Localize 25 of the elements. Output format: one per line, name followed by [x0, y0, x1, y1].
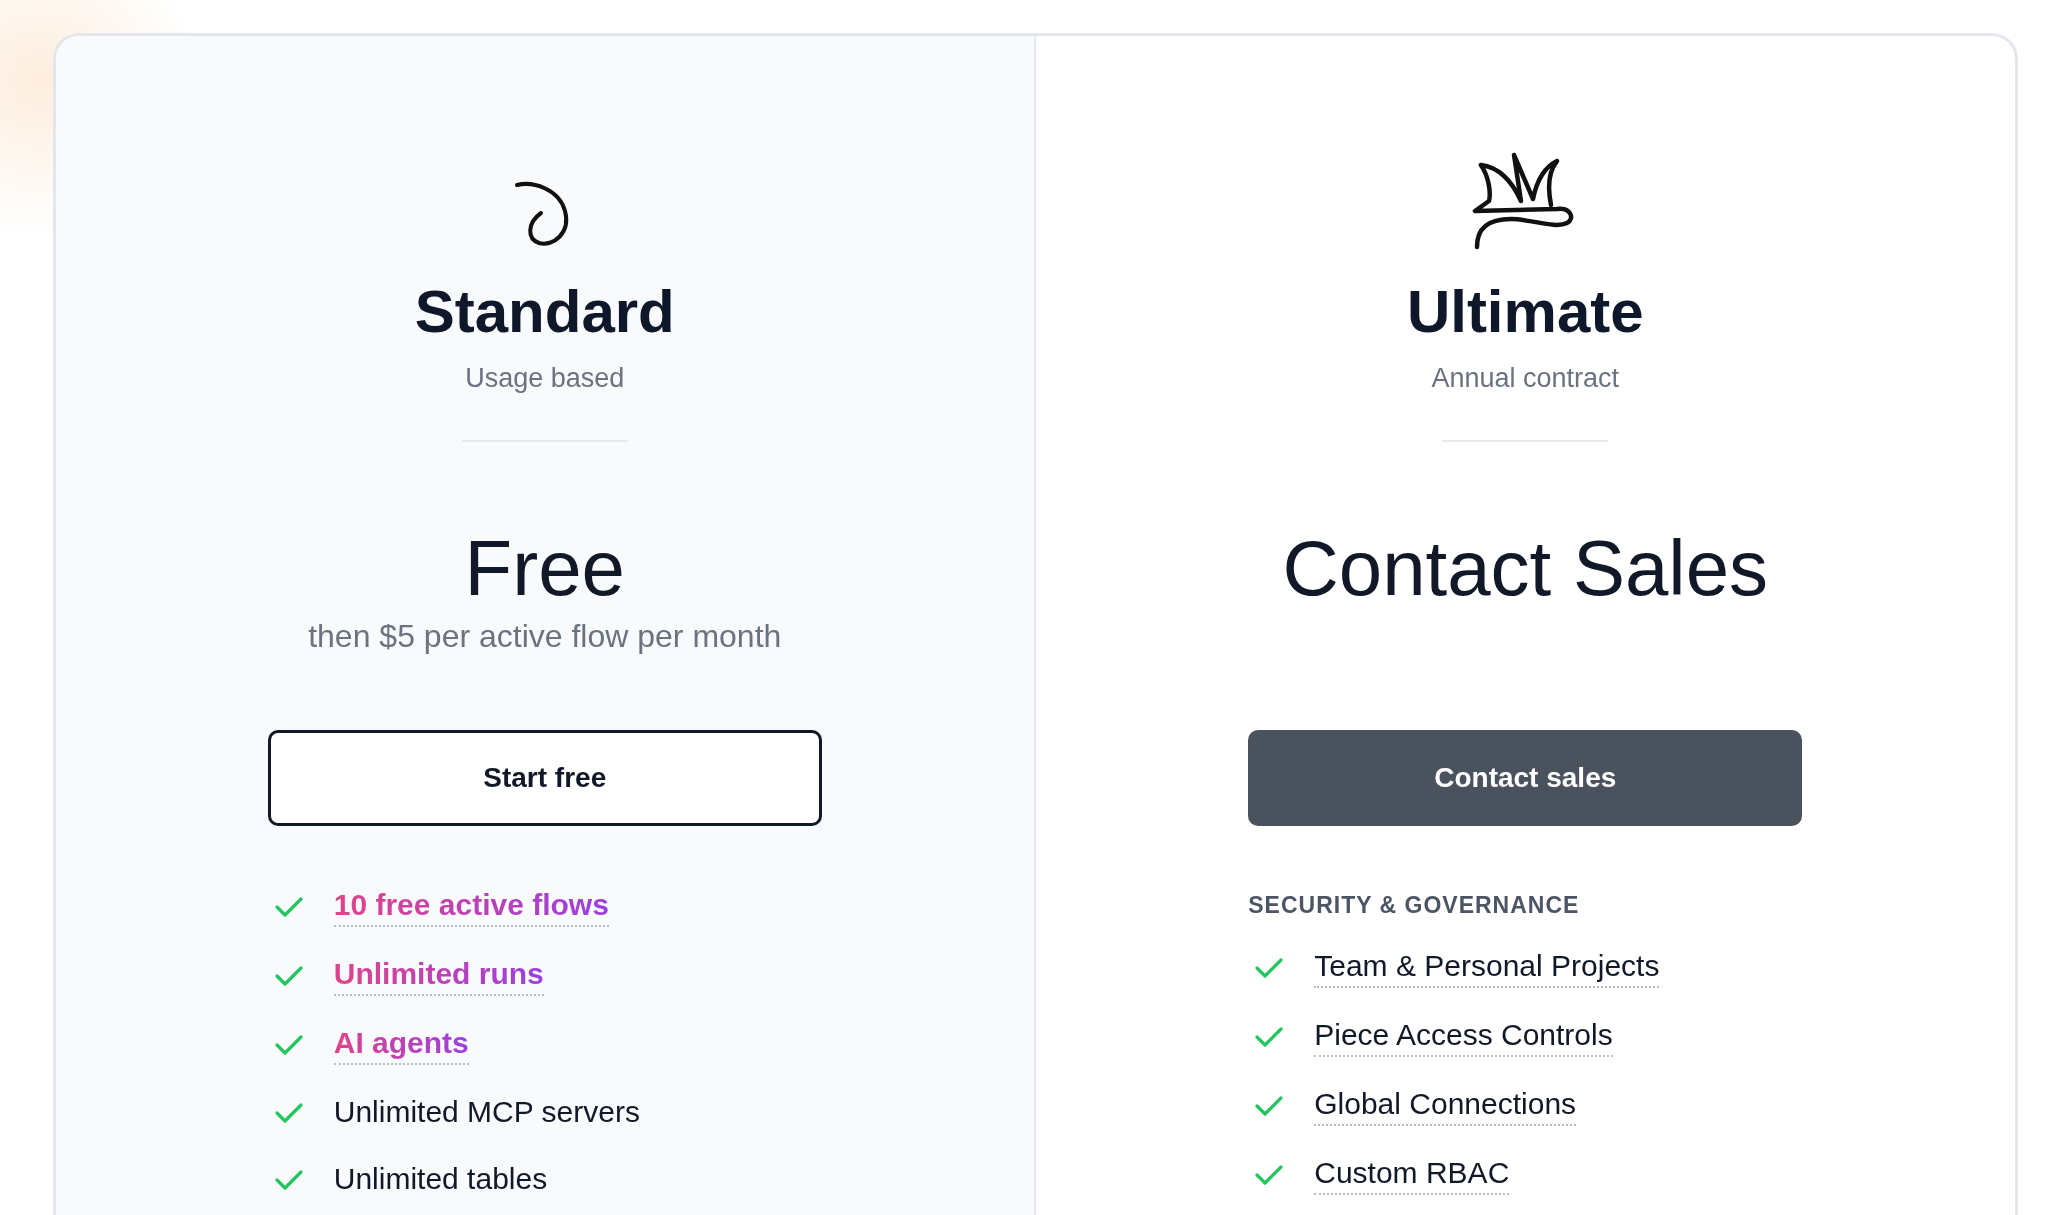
- check-icon: [273, 965, 304, 988]
- features-heading: SECURITY & GOVERNANCE: [1248, 891, 1581, 919]
- feature-link[interactable]: Team & Personal Projects: [1314, 948, 1660, 988]
- plan-price: Free: [464, 526, 625, 612]
- plan-name: Standard: [414, 279, 675, 345]
- check-icon: [1254, 957, 1285, 980]
- plan-price: Contact Sales: [1282, 526, 1769, 612]
- price-note: then $5 per active flow per month: [308, 617, 782, 656]
- check-icon: [273, 1102, 304, 1125]
- feature-link[interactable]: Custom RBAC: [1314, 1155, 1510, 1195]
- start-button[interactable]: Start free: [267, 729, 822, 826]
- feature-text: Unlimited tables: [333, 1161, 548, 1197]
- billing-type: Usage based: [465, 363, 625, 394]
- feature-link[interactable]: Global Connections: [1314, 1086, 1577, 1126]
- billing-type: Annual contract: [1431, 363, 1620, 394]
- check-icon: [1254, 1164, 1285, 1187]
- check-icon: [273, 896, 304, 919]
- plan-name: Ultimate: [1406, 279, 1644, 345]
- check-icon: [1254, 1095, 1285, 1118]
- contact-sales-button[interactable]: Contact sales: [1248, 729, 1803, 826]
- check-icon: [273, 1034, 304, 1057]
- feature-link[interactable]: Piece Access Controls: [1314, 1017, 1613, 1057]
- feature-text: Unlimited MCP servers: [333, 1094, 640, 1130]
- check-icon: [273, 1169, 304, 1192]
- check-icon: [1254, 1026, 1285, 1049]
